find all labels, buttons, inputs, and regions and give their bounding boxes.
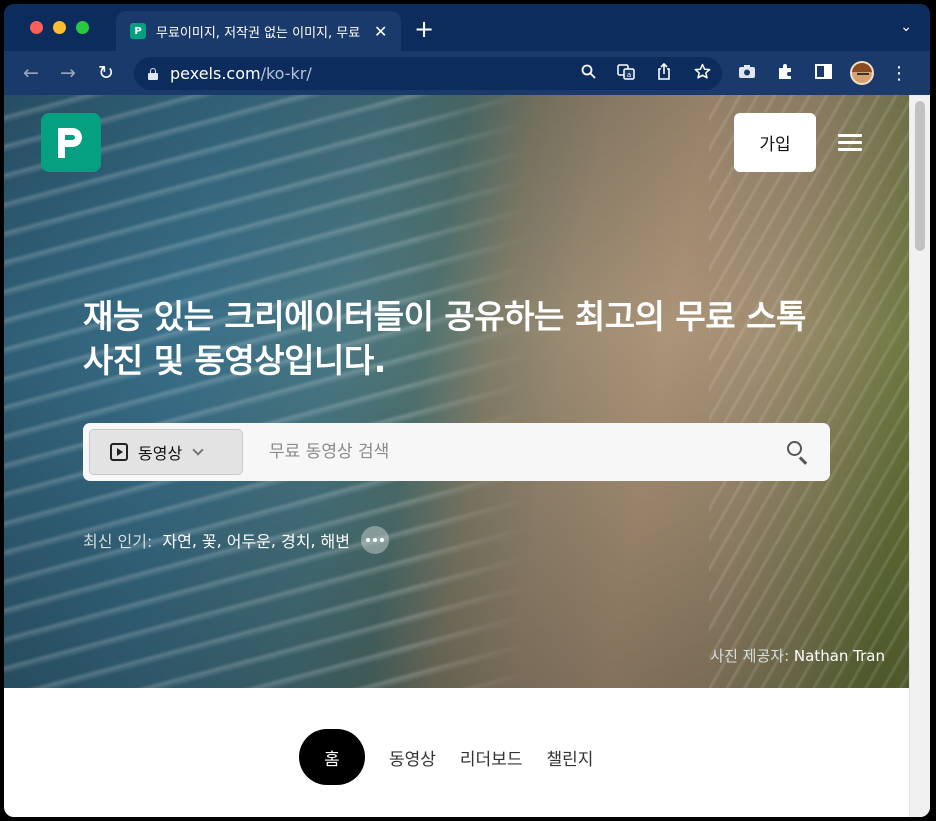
search-type-label: 동영상 <box>138 444 183 463</box>
camera-icon[interactable] <box>736 64 758 83</box>
forward-button[interactable]: → <box>55 60 81 86</box>
tab-title: 무료이미지, 저작권 없는 이미지, 무료 <box>156 25 361 41</box>
tab-leaderboard[interactable]: 리더보드 <box>448 745 535 770</box>
more-trending-icon[interactable] <box>361 526 389 554</box>
tab-videos[interactable]: 동영상 <box>377 745 448 770</box>
hero-headline: 재능 있는 크리에이터들이 공유하는 최고의 무료 스톡 사진 및 동영상입니다… <box>83 297 806 380</box>
trending-searches: 최신 인기: 자연, 꽃, 어두운, 경치, 해변 <box>83 523 389 557</box>
maximize-window-button[interactable] <box>76 21 89 34</box>
address-bar[interactable]: pexels.com/ko-kr/ a <box>134 57 722 90</box>
browser-tab-pexels[interactable]: P 무료이미지, 저작권 없는 이미지, 무료 ✕ <box>116 11 401 51</box>
tab-challenges[interactable]: 챌린지 <box>534 745 605 770</box>
search-icon[interactable] <box>787 441 809 465</box>
bookmark-star-icon[interactable] <box>692 63 712 84</box>
trending-link-flowers[interactable]: 꽃 <box>202 528 217 552</box>
photographer-link[interactable]: Nathan Tran <box>794 647 885 665</box>
photo-credit-prefix: 사진 제공자: <box>710 647 790 665</box>
trending-link-nature[interactable]: 자연 <box>162 528 191 552</box>
share-icon[interactable] <box>654 62 674 84</box>
video-play-icon <box>110 443 128 461</box>
page-scrollbar[interactable] <box>909 95 930 817</box>
trend-separator: , <box>216 530 222 550</box>
pexels-logo-icon <box>58 128 84 158</box>
pexels-favicon-icon: P <box>130 23 146 39</box>
hamburger-menu-icon[interactable] <box>838 132 862 152</box>
chevron-down-icon <box>192 444 204 456</box>
page-viewport: 가입 재능 있는 크리에이터들이 공유하는 최고의 무료 스톡 사진 및 동영상… <box>4 95 930 817</box>
tab-home[interactable]: 홈 <box>299 729 365 785</box>
back-button[interactable]: ← <box>18 60 44 86</box>
search-bar: 동영상 <box>83 423 830 481</box>
trending-link-dark[interactable]: 어두운 <box>227 528 271 552</box>
search-type-dropdown[interactable]: 동영상 <box>89 429 243 475</box>
scrollbar-thumb[interactable] <box>915 101 925 251</box>
trend-separator: , <box>310 530 316 550</box>
translate-icon[interactable]: a <box>616 63 636 84</box>
main-nav-tabs: 홈 동영상 리더보드 챌린지 <box>299 729 605 785</box>
trending-link-beach[interactable]: 해변 <box>321 528 350 552</box>
lock-icon[interactable] <box>148 67 158 80</box>
profile-avatar[interactable] <box>850 61 874 85</box>
browser-window: P 무료이미지, 저작권 없는 이미지, 무료 ✕ + ⌄ ← → ↻ pexe… <box>4 4 930 817</box>
tab-search-chevron-icon[interactable]: ⌄ <box>900 19 912 35</box>
hero-cliff-texture <box>709 95 909 688</box>
new-tab-button[interactable]: + <box>414 17 434 41</box>
extensions-icon[interactable] <box>774 63 796 84</box>
trend-separator: , <box>270 530 276 550</box>
zoom-icon[interactable] <box>578 64 598 83</box>
hero-section: 가입 재능 있는 크리에이터들이 공유하는 최고의 무료 스톡 사진 및 동영상… <box>4 95 909 688</box>
join-button[interactable]: 가입 <box>734 113 816 172</box>
trending-label: 최신 인기: <box>83 532 153 551</box>
trend-separator: , <box>191 530 197 550</box>
close-window-button[interactable] <box>30 21 43 34</box>
minimize-window-button[interactable] <box>53 21 66 34</box>
browser-toolbar: ← → ↻ pexels.com/ko-kr/ a ⋮ <box>4 51 930 95</box>
reload-button[interactable]: ↻ <box>93 60 119 86</box>
url-text[interactable]: pexels.com/ko-kr/ <box>170 64 312 83</box>
photo-credit: 사진 제공자: Nathan Tran <box>710 645 885 666</box>
tab-close-icon[interactable]: ✕ <box>374 22 387 41</box>
browser-menu-icon[interactable]: ⋮ <box>890 63 908 84</box>
svg-text:a: a <box>627 71 631 79</box>
sidepanel-icon[interactable] <box>812 63 834 83</box>
pexels-logo[interactable] <box>41 113 101 172</box>
trending-link-scenery[interactable]: 경치 <box>281 528 310 552</box>
search-input[interactable] <box>269 435 769 469</box>
tab-strip: P 무료이미지, 저작권 없는 이미지, 무료 ✕ + ⌄ <box>4 4 930 51</box>
